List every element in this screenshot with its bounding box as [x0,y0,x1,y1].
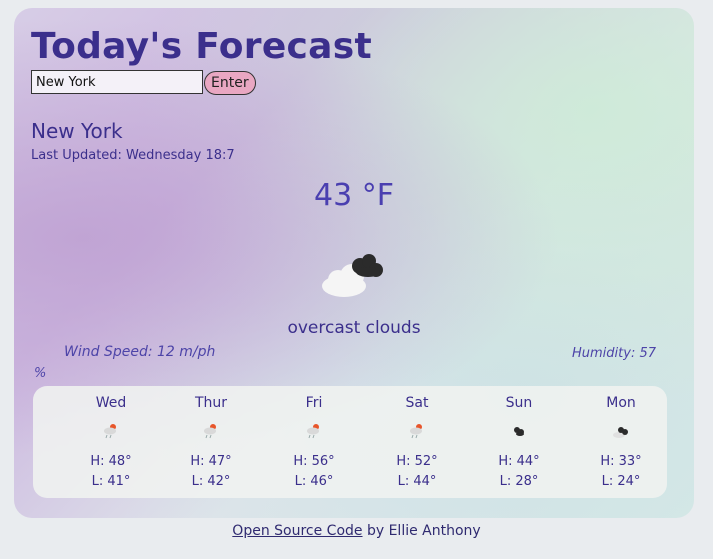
forecast-high: H: 33° [600,454,642,469]
source-code-link[interactable]: Open Source Code [232,523,362,539]
forecast-high: H: 47° [190,454,232,469]
forecast-low: L: 44° [397,474,437,489]
forecast-high: H: 56° [293,454,335,469]
forecast-day-name: Thur [194,395,228,411]
forecast-day-name: Sat [405,395,429,411]
wind-speed: Wind Speed: 12 m/ph [64,344,216,360]
light-rain-icon [204,424,216,439]
forecast-day: Mon H: 33° L: 24° [571,386,671,498]
last-updated: Last Updated: Wednesday 18:7 [31,148,235,163]
weather-card: Today's Forecast Enter New York Last Upd… [14,8,694,518]
forecast-day-name: Fri [305,395,323,411]
forecast-panel: Wed H: 48° L: 41° Thur H: 47° L: 42° Fri [33,386,667,498]
forecast-day: Sat H: 52° L: 44° [367,386,467,498]
forecast-high: H: 44° [498,454,540,469]
light-rain-icon [307,424,319,439]
overcast-clouds-icon [322,254,383,297]
footer-credit: by Ellie Anthony [362,523,481,539]
forecast-day: Sun H: 44° L: 28° [469,386,569,498]
forecast-day-name: Mon [606,395,636,411]
forecast-day-name: Sun [505,395,533,411]
humidity-unit: % [34,366,47,381]
forecast-high: H: 52° [396,454,438,469]
forecast-low: L: 46° [294,474,334,489]
footer: Open Source Code by Ellie Anthony [0,523,713,539]
forecast-day: Thur H: 47° L: 42° [161,386,261,498]
forecast-high: H: 48° [90,454,132,469]
broken-clouds-icon [514,427,524,436]
forecast-day: Wed H: 48° L: 41° [61,386,161,498]
forecast-day-name: Wed [95,395,127,411]
light-rain-icon [104,424,116,439]
page-title: Today's Forecast [31,26,373,67]
current-temperature: 43 °F [314,178,394,213]
weather-description: overcast clouds [287,318,421,338]
forecast-low: L: 41° [91,474,131,489]
forecast-low: L: 42° [191,474,231,489]
city-name: New York [31,119,123,143]
forecast-low: L: 24° [601,474,641,489]
humidity: Humidity: 57 [572,346,656,361]
enter-button[interactable]: Enter [204,71,256,95]
light-rain-icon [410,424,422,439]
forecast-low: L: 28° [499,474,539,489]
overcast-clouds-icon [613,427,628,438]
city-search-input[interactable] [31,70,203,94]
forecast-day: Fri H: 56° L: 46° [264,386,364,498]
